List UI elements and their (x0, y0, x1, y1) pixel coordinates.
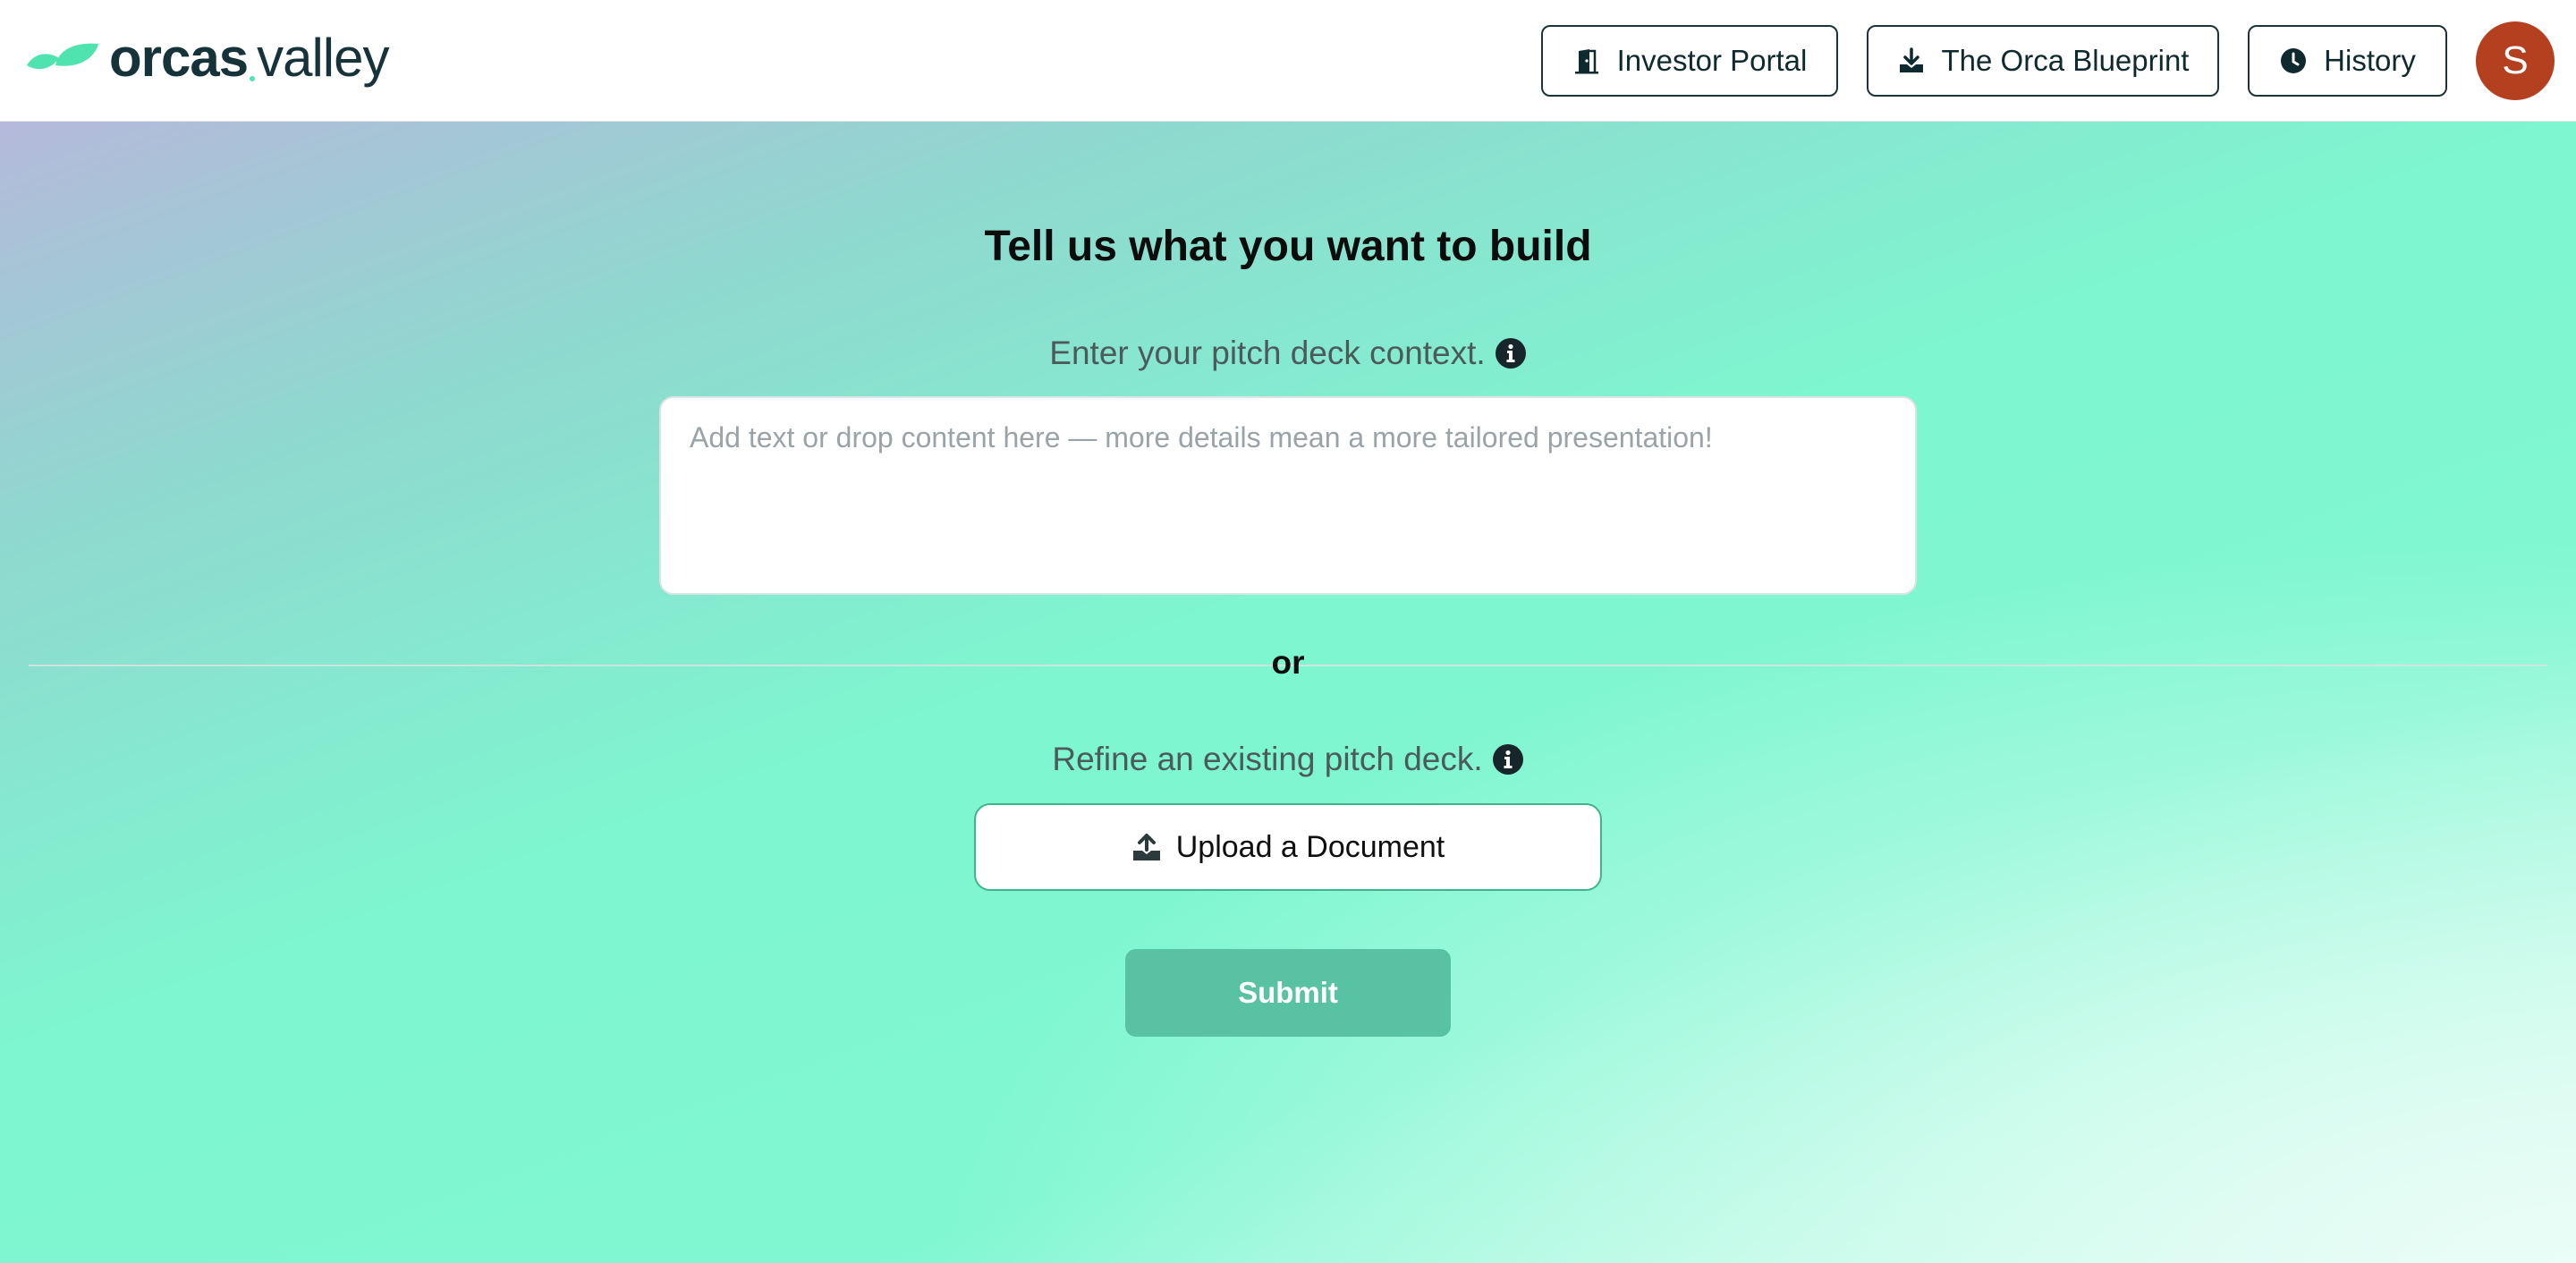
upload-document-button[interactable]: Upload a Document (974, 803, 1602, 891)
context-label-row: Enter your pitch deck context. (0, 335, 2576, 372)
top-navbar: orcas valley Investor Portal The Orca Blu… (0, 0, 2576, 122)
main-content: Tell us what you want to build Enter you… (0, 122, 2576, 1263)
clock-icon (2279, 47, 2308, 75)
orca-blueprint-label: The Orca Blueprint (1941, 44, 2190, 77)
page-title: Tell us what you want to build (984, 223, 1592, 270)
orca-blueprint-button[interactable]: The Orca Blueprint (1867, 25, 2219, 97)
or-separator: or (0, 644, 2576, 682)
logo-text-valley: valley (257, 28, 389, 88)
submit-label: Submit (1238, 976, 1338, 1009)
logo-dot (250, 76, 256, 81)
submit-button[interactable]: Submit (1125, 949, 1451, 1037)
history-button[interactable]: History (2248, 25, 2447, 97)
refine-label: Refine an existing pitch deck. (1052, 741, 1483, 777)
history-label: History (2324, 44, 2416, 77)
avatar-initial: S (2502, 38, 2529, 82)
logo-text-orcas: orcas (109, 28, 249, 88)
investor-portal-button[interactable]: Investor Portal (1541, 25, 1838, 97)
upload-document-label: Upload a Document (1175, 829, 1445, 864)
leaf-logo-icon (27, 43, 98, 70)
user-avatar[interactable]: S (2476, 21, 2555, 100)
orcas-valley-logo[interactable]: orcas valley (25, 27, 390, 89)
door-exit-icon (1572, 47, 1601, 75)
download-icon (1897, 47, 1926, 75)
or-text: or (1271, 644, 1305, 681)
refine-label-row: Refine an existing pitch deck. (0, 741, 2576, 778)
pitch-context-textarea[interactable] (659, 396, 1917, 595)
info-icon[interactable] (1495, 337, 1527, 369)
info-icon[interactable] (1492, 743, 1524, 776)
logo-wordmark: orcas valley (109, 28, 390, 88)
investor-portal-label: Investor Portal (1616, 44, 1808, 77)
context-label: Enter your pitch deck context. (1049, 335, 1486, 371)
upload-icon (1131, 832, 1162, 862)
